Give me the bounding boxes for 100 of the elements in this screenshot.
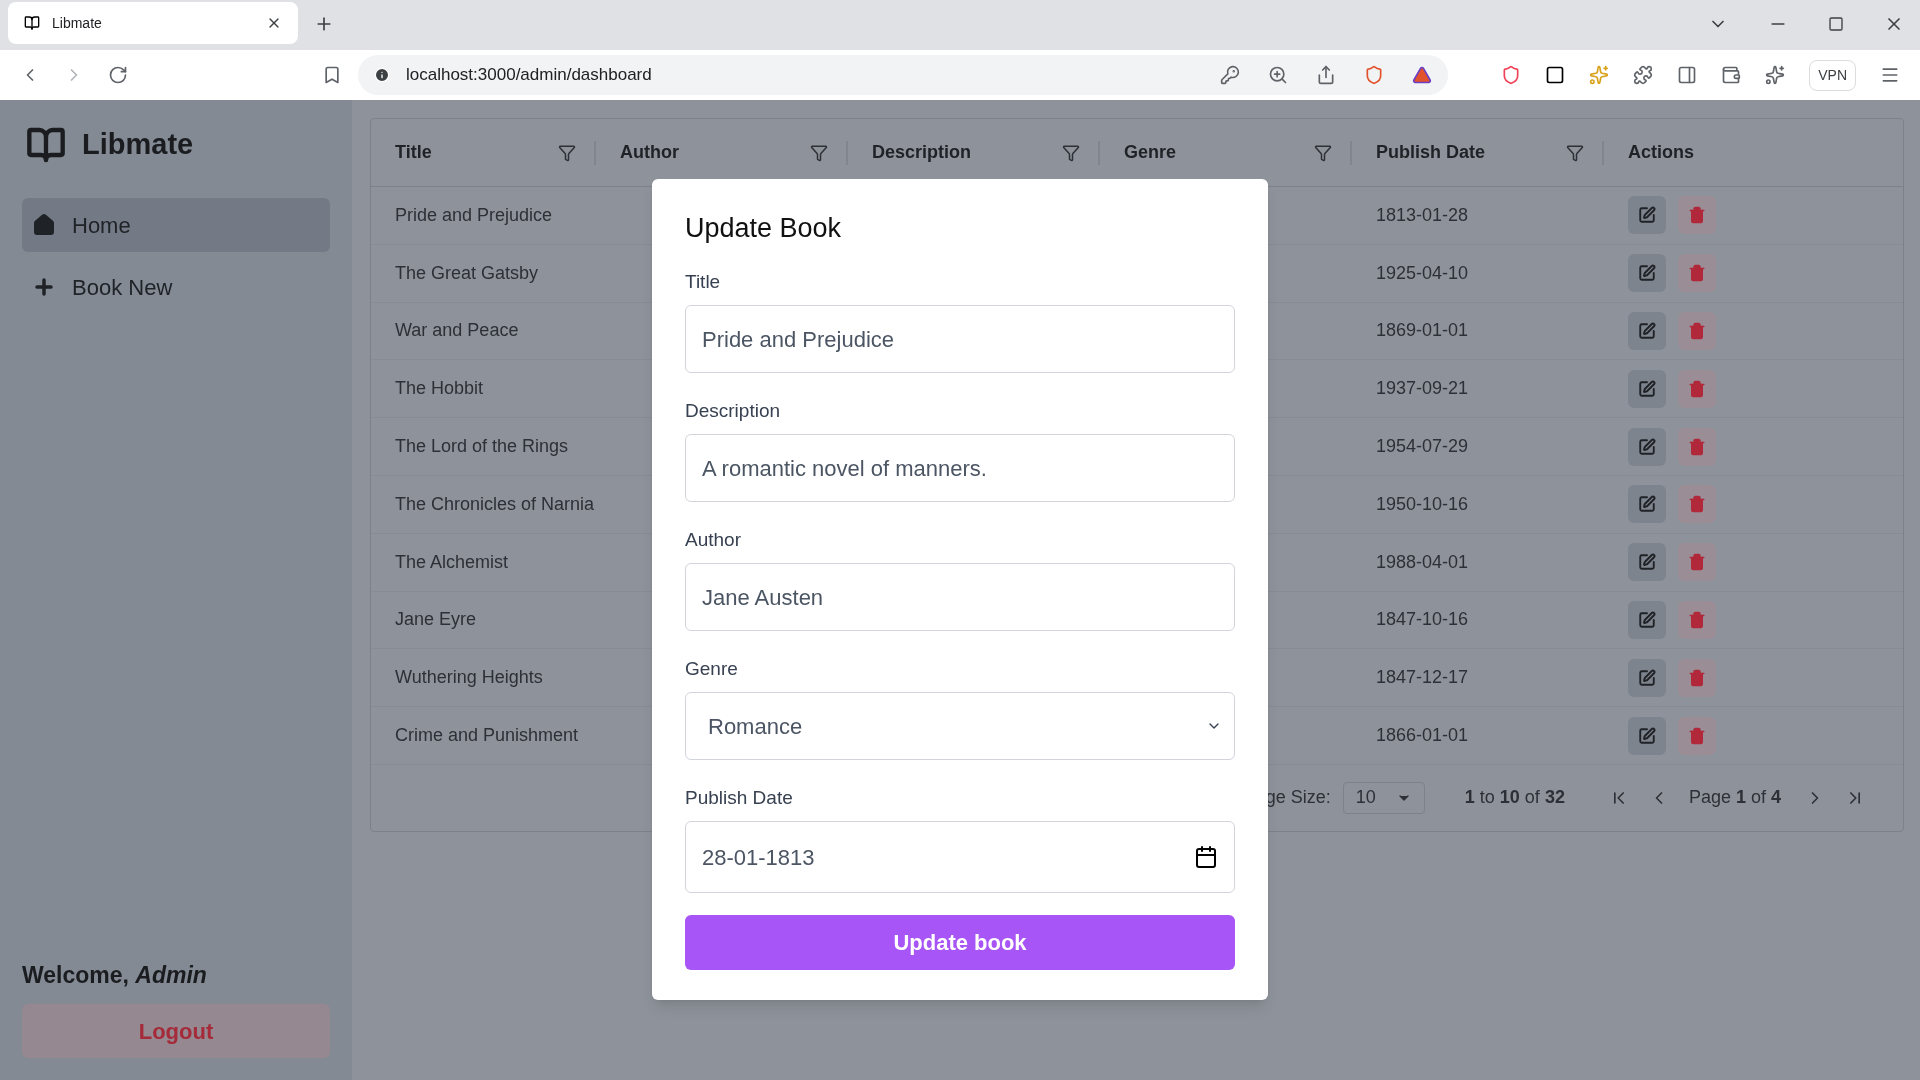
dialog-title: Update Book <box>685 215 843 242</box>
column-header[interactable]: Title <box>395 139 432 166</box>
trash-icon <box>1688 379 1706 398</box>
bookmark-icon[interactable] <box>322 65 342 85</box>
triangle-icon[interactable] <box>1412 65 1432 85</box>
page-size-select[interactable]: 10 <box>1342 781 1425 814</box>
calendar-icon <box>1194 845 1218 869</box>
table-cell-text: 1869-01-01 <box>1375 319 1470 343</box>
edit-button[interactable] <box>1628 485 1666 524</box>
column-header[interactable]: Genre <box>1124 139 1177 166</box>
edit-button[interactable] <box>1628 600 1666 639</box>
filter-icon[interactable] <box>1062 143 1080 162</box>
trash-icon <box>1688 553 1706 572</box>
plus-icon <box>32 275 56 299</box>
text-field[interactable]: Pride and Prejudice <box>685 305 1235 373</box>
row-range: 1 to 10 of 32 <box>1464 786 1565 810</box>
edit-button[interactable] <box>1628 254 1666 293</box>
field-label: Author <box>685 530 742 549</box>
edit-button[interactable] <box>1628 716 1666 755</box>
table-cell-text: 1937-09-21 <box>1375 377 1470 401</box>
edit-icon <box>1638 726 1656 745</box>
edit-button[interactable] <box>1628 427 1666 466</box>
square-icon[interactable] <box>1545 65 1566 85</box>
address-bar[interactable]: localhost:3000/admin/dashboard <box>358 55 1448 95</box>
puzzle-icon[interactable] <box>1633 65 1654 85</box>
edit-button[interactable] <box>1628 312 1666 350</box>
field-label: Genre <box>685 659 739 678</box>
column-header[interactable]: Author <box>620 139 679 166</box>
shield-icon[interactable] <box>1364 65 1384 85</box>
update-book-button[interactable]: Update book <box>685 915 1235 970</box>
table-cell-text: 1954-07-29 <box>1375 435 1470 459</box>
edit-button[interactable] <box>1628 658 1666 697</box>
zoom-icon[interactable] <box>1268 65 1288 85</box>
edit-icon <box>1638 437 1656 456</box>
column-header[interactable]: Actions <box>1628 139 1694 166</box>
menu-icon[interactable] <box>1880 65 1900 85</box>
trash-icon <box>1688 668 1706 687</box>
table-cell-text: The Chronicles of Narnia <box>394 492 596 516</box>
edit-icon <box>1638 379 1656 398</box>
reload-icon[interactable] <box>108 65 128 85</box>
edit-button[interactable] <box>1628 369 1666 408</box>
nav-item[interactable]: Book New <box>22 260 330 314</box>
table-cell-text: Wuthering Heights <box>394 666 544 690</box>
table-cell-text: The Great Gatsby <box>394 261 540 285</box>
edit-icon <box>1638 264 1656 283</box>
table-cell-text: 1847-12-17 <box>1375 666 1470 690</box>
table-cell-text: The Hobbit <box>394 377 485 401</box>
field-label: Description <box>685 401 782 420</box>
table-cell-text: 1847-10-16 <box>1375 608 1470 632</box>
field-label: Publish Date <box>685 788 794 807</box>
vpn-button[interactable]: VPN <box>1809 59 1856 91</box>
panel-icon[interactable] <box>1677 65 1698 85</box>
trash-icon <box>1688 495 1706 514</box>
edit-icon <box>1638 668 1656 687</box>
date-field[interactable]: 28-01-1813 <box>685 821 1235 893</box>
table-cell-text: 1925-04-10 <box>1375 261 1470 285</box>
text-field[interactable]: A romantic novel of manners. <box>685 434 1235 502</box>
edit-icon <box>1638 322 1656 340</box>
table-cell-text: 1950-10-16 <box>1375 492 1470 516</box>
info-icon <box>374 67 390 83</box>
edit-icon <box>1638 553 1656 572</box>
table-cell-text: 1813-01-28 <box>1375 203 1470 227</box>
table-cell-text: The Lord of the Rings <box>394 435 570 459</box>
field-label: Title <box>685 272 722 291</box>
share-icon[interactable] <box>1316 65 1336 85</box>
table-cell-text: Pride and Prejudice <box>394 203 554 227</box>
table-cell-text: The Alchemist <box>394 550 510 574</box>
edit-button[interactable] <box>1628 543 1666 582</box>
table-cell-text: War and Peace <box>394 319 520 343</box>
books-icon <box>26 125 66 165</box>
trash-icon <box>1688 264 1706 283</box>
star-icon[interactable] <box>1765 65 1786 85</box>
filter-icon[interactable] <box>810 143 828 162</box>
table-cell-text: Jane Eyre <box>394 608 478 632</box>
trash-icon <box>1688 206 1706 225</box>
restore-icon[interactable] <box>1828 16 1844 32</box>
page-indicator: Page 1 of 4 <box>1688 786 1781 810</box>
edit-icon <box>1638 610 1656 629</box>
table-cell-text: 1988-04-01 <box>1375 550 1470 574</box>
nav-item[interactable]: Home <box>22 198 330 252</box>
edit-icon <box>1638 206 1656 225</box>
edit-icon <box>1638 495 1656 514</box>
brand-name: Libmate <box>82 127 194 163</box>
key-icon[interactable] <box>1220 65 1240 85</box>
filter-icon[interactable] <box>558 143 576 162</box>
table-cell-text: 1866-01-01 <box>1375 724 1470 748</box>
genre-select[interactable]: Romance <box>685 692 1235 760</box>
wallet-icon[interactable] <box>1721 65 1742 85</box>
browser-tab[interactable]: Libmate <box>8 2 298 44</box>
table-cell-text: Crime and Punishment <box>394 724 580 748</box>
home-icon <box>32 213 56 237</box>
filter-icon[interactable] <box>1314 143 1332 162</box>
trash-icon <box>1688 610 1706 629</box>
trash-icon <box>1688 322 1706 340</box>
column-header[interactable]: Description <box>872 139 972 166</box>
trash-icon <box>1688 437 1706 456</box>
text-field[interactable]: Jane Austen <box>685 563 1235 631</box>
column-header[interactable]: Publish Date <box>1376 139 1486 166</box>
filter-icon[interactable] <box>1566 143 1584 162</box>
edit-button[interactable] <box>1628 196 1666 235</box>
